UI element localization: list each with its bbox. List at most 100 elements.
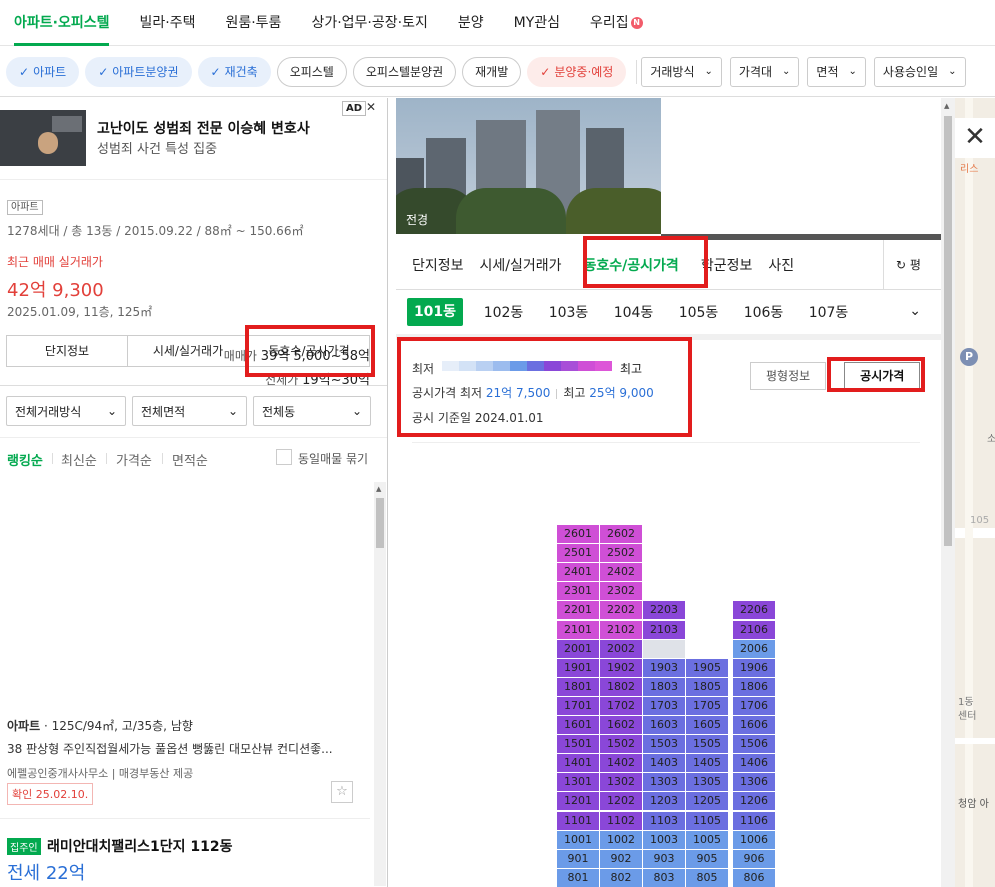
unit-cell[interactable]: 2101 bbox=[557, 620, 599, 639]
star-icon[interactable]: ☆ bbox=[331, 781, 353, 803]
unit-cell[interactable]: 2302 bbox=[600, 582, 642, 601]
unit-cell[interactable]: 1705 bbox=[686, 696, 728, 715]
unit-cell[interactable]: 902 bbox=[600, 849, 642, 868]
unit-cell[interactable]: 1303 bbox=[643, 773, 685, 792]
detail-scrollbar[interactable]: ▲ bbox=[941, 98, 955, 887]
scrollbar-thumb[interactable] bbox=[376, 498, 384, 548]
unit-cell[interactable]: 806 bbox=[733, 868, 775, 887]
unit-cell[interactable]: 2103 bbox=[643, 620, 685, 639]
unit-cell[interactable]: 1405 bbox=[686, 754, 728, 773]
unit-cell[interactable]: 1506 bbox=[733, 735, 775, 754]
tab-unit-official-price[interactable]: 동호수/공시가격 bbox=[584, 255, 679, 275]
unit-cell[interactable]: 1903 bbox=[643, 658, 685, 677]
unit-cell[interactable]: 1205 bbox=[686, 792, 728, 811]
chip-presale-upcoming[interactable]: ✓ 분양중·예정 bbox=[527, 56, 627, 87]
dropdown-area[interactable]: 면적 ⌄ bbox=[807, 56, 866, 87]
unit-cell[interactable]: 905 bbox=[686, 849, 728, 868]
nav-oneroom-tworoom[interactable]: 원룸·투룸 bbox=[225, 0, 281, 46]
unit-cell[interactable]: 1502 bbox=[600, 735, 642, 754]
unit-cell[interactable]: 1801 bbox=[557, 677, 599, 696]
scroll-up-icon[interactable]: ▲ bbox=[376, 485, 381, 493]
unit-cell[interactable]: 1702 bbox=[600, 696, 642, 715]
unit-cell[interactable]: 1203 bbox=[643, 792, 685, 811]
unit-cell[interactable]: 2102 bbox=[600, 620, 642, 639]
unit-cell[interactable]: 2106 bbox=[733, 620, 775, 639]
close-icon[interactable]: ✕ bbox=[955, 118, 995, 158]
tab-school-info[interactable]: 학군정보 bbox=[701, 255, 753, 275]
map-view[interactable] bbox=[955, 98, 995, 887]
listing-item[interactable]: 아파트 · 125C/94㎡, 고/35층, 남향 38 판상형 주인직접월세가… bbox=[7, 717, 367, 781]
nav-commercial[interactable]: 상가·업무·공장·토지 bbox=[311, 0, 427, 46]
dong-tab-102[interactable]: 102동 bbox=[479, 302, 528, 322]
unit-cell[interactable]: 1905 bbox=[686, 658, 728, 677]
dong-tab-107[interactable]: 107동 bbox=[804, 302, 853, 322]
unit-cell[interactable]: 1701 bbox=[557, 696, 599, 715]
tab-complex-info[interactable]: 단지정보 bbox=[7, 336, 128, 366]
unit-cell[interactable]: 2401 bbox=[557, 563, 599, 582]
unit-cell[interactable]: 801 bbox=[557, 868, 599, 887]
unit-cell[interactable]: 803 bbox=[643, 868, 685, 887]
tab-price-history[interactable]: 시세/실거래가 bbox=[480, 255, 562, 275]
unit-cell[interactable]: 2001 bbox=[557, 639, 599, 658]
unit-cell[interactable]: 2006 bbox=[733, 639, 775, 658]
unit-cell[interactable]: 1206 bbox=[733, 792, 775, 811]
unit-cell[interactable]: 1901 bbox=[557, 658, 599, 677]
unit-cell[interactable]: 1406 bbox=[733, 754, 775, 773]
unit-cell[interactable]: 1601 bbox=[557, 716, 599, 734]
nav-presale[interactable]: 분양 bbox=[458, 0, 484, 46]
sort-area[interactable]: 면적순 bbox=[172, 450, 208, 469]
list-scrollbar[interactable]: ▲ bbox=[374, 482, 386, 886]
unit-cell[interactable]: 1103 bbox=[643, 811, 685, 830]
chip-reconstruction[interactable]: ✓ 재건축 bbox=[197, 56, 271, 87]
unit-cell[interactable]: 2201 bbox=[557, 601, 599, 620]
chip-apartment[interactable]: ✓ 아파트 bbox=[6, 56, 80, 87]
unit-cell[interactable]: 1401 bbox=[557, 754, 599, 773]
unit-cell[interactable]: 1805 bbox=[686, 677, 728, 696]
unit-cell[interactable]: 2601 bbox=[557, 525, 599, 543]
sort-price[interactable]: 가격순 bbox=[116, 450, 152, 469]
unit-cell[interactable]: 1906 bbox=[733, 658, 775, 677]
dong-tab-103[interactable]: 103동 bbox=[544, 302, 593, 322]
tab-unit-official-price[interactable]: 동호수/공시가격 bbox=[249, 336, 369, 366]
unit-cell[interactable]: 1605 bbox=[686, 716, 728, 734]
unit-cell[interactable]: 903 bbox=[643, 849, 685, 868]
unit-cell[interactable]: 1602 bbox=[600, 716, 642, 734]
unit-cell[interactable]: 1301 bbox=[557, 773, 599, 792]
unit-cell[interactable]: 1003 bbox=[643, 830, 685, 849]
unit-cell[interactable]: 1101 bbox=[557, 811, 599, 830]
dropdown-price-range[interactable]: 가격대 ⌄ bbox=[729, 56, 800, 87]
chip-redevelopment[interactable]: 재개발 bbox=[462, 56, 522, 87]
chip-officetel-presale[interactable]: 오피스텔분양권 bbox=[352, 56, 457, 87]
dropdown-trade-type[interactable]: 거래방식 ⌄ bbox=[641, 56, 722, 87]
unit-cell[interactable]: 1802 bbox=[600, 677, 642, 696]
nav-my-interest[interactable]: MY관심 bbox=[514, 0, 560, 46]
unit-cell[interactable] bbox=[643, 639, 685, 658]
unit-cell[interactable]: 1105 bbox=[686, 811, 728, 830]
unit-cell[interactable]: 1002 bbox=[600, 830, 642, 849]
dong-tab-104[interactable]: 104동 bbox=[609, 302, 658, 322]
unit-cell[interactable]: 2202 bbox=[600, 601, 642, 620]
dropdown-all-area[interactable]: 전체면적 ⌄ bbox=[132, 396, 247, 426]
unit-cell[interactable]: 1201 bbox=[557, 792, 599, 811]
nav-apartment-officetel[interactable]: 아파트·오피스텔 bbox=[14, 0, 110, 46]
unit-cell[interactable]: 1006 bbox=[733, 830, 775, 849]
nav-my-home[interactable]: 우리집 N bbox=[590, 0, 643, 46]
nav-villa-house[interactable]: 빌라·주택 bbox=[139, 0, 195, 46]
chip-apartment-presale[interactable]: ✓ 아파트분양권 bbox=[85, 56, 192, 87]
unit-cell[interactable]: 2203 bbox=[643, 601, 685, 620]
unit-cell[interactable]: 805 bbox=[686, 868, 728, 887]
dong-tab-101[interactable]: 101동 bbox=[407, 298, 463, 326]
scroll-up-icon[interactable]: ▲ bbox=[944, 102, 949, 110]
dong-tab-105[interactable]: 105동 bbox=[674, 302, 723, 322]
unit-cell[interactable]: 1505 bbox=[686, 735, 728, 754]
unit-cell[interactable]: 2301 bbox=[557, 582, 599, 601]
dong-tab-106[interactable]: 106동 bbox=[739, 302, 788, 322]
dropdown-approval-date[interactable]: 사용승인일 ⌄ bbox=[873, 56, 966, 87]
unit-cell[interactable]: 1503 bbox=[643, 735, 685, 754]
unit-cell[interactable]: 1606 bbox=[733, 716, 775, 734]
unit-cell[interactable]: 1803 bbox=[643, 677, 685, 696]
ad-banner[interactable]: 고난이도 성범죄 전문 이승혜 변호사 성범죄 사건 특성 집중 AD ✕ bbox=[0, 98, 387, 180]
dropdown-all-trade[interactable]: 전체거래방식 ⌄ bbox=[6, 396, 126, 426]
unit-cell[interactable]: 802 bbox=[600, 868, 642, 887]
unit-cell[interactable]: 1102 bbox=[600, 811, 642, 830]
